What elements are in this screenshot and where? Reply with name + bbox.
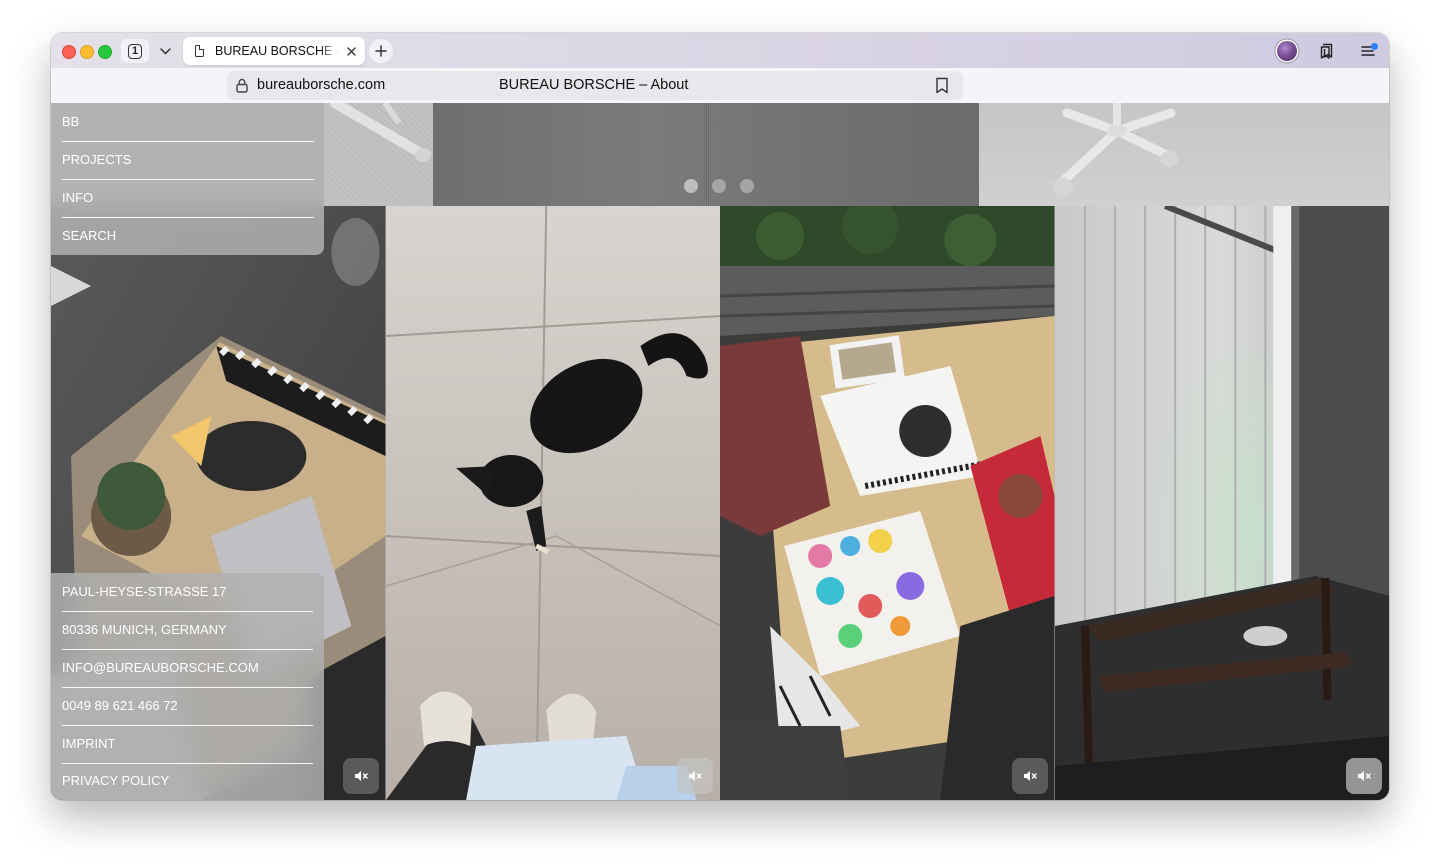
- chair-image-right: [1053, 103, 1178, 196]
- address-bar: bureauborsche.com BUREAU BORSCHE – About: [51, 68, 1389, 103]
- privacy-policy-link[interactable]: PRIVACY POLICY: [62, 762, 313, 800]
- tab-overview-button[interactable]: 1: [121, 39, 149, 63]
- mute-button[interactable]: [1011, 758, 1048, 794]
- minimize-window-button[interactable]: [80, 45, 94, 59]
- browser-window: 1 BUREAU BORSCHE – About: [51, 33, 1389, 800]
- close-tab-button[interactable]: [343, 42, 359, 60]
- document-icon: [195, 45, 204, 57]
- email-link[interactable]: INFO@BUREAUBORSCHE.COM: [62, 649, 313, 688]
- imprint-link[interactable]: IMPRINT: [62, 725, 313, 764]
- gallery-tile-stickers[interactable]: [720, 206, 1055, 800]
- gallery-tile-dog[interactable]: [385, 206, 720, 800]
- speaker-muted-icon: [1358, 771, 1371, 781]
- plus-icon: [375, 45, 387, 57]
- nav-item-projects[interactable]: PROJECTS: [62, 141, 314, 180]
- profile-avatar[interactable]: [1277, 41, 1297, 61]
- speaker-muted-icon: [354, 771, 368, 781]
- tab-count: 1: [127, 43, 143, 59]
- zoom-window-button[interactable]: [98, 45, 112, 59]
- contact-panel: PAUL-HEYSE-STRASSE 17 80336 MUNICH, GERM…: [51, 573, 324, 800]
- address-city: 80336 MUNICH, GERMANY: [62, 611, 313, 650]
- tab-title: BUREAU BORSCHE – About: [215, 44, 339, 58]
- window-photo: [1054, 206, 1389, 800]
- active-tab[interactable]: BUREAU BORSCHE – About: [183, 37, 365, 65]
- bookmarks-button[interactable]: [1316, 40, 1338, 62]
- close-window-button[interactable]: [62, 45, 76, 59]
- slider-dots: [684, 179, 754, 193]
- stickers-photo: [720, 206, 1055, 800]
- main-nav: BB PROJECTS INFO SEARCH: [51, 103, 324, 255]
- nav-item-info[interactable]: INFO: [62, 179, 314, 218]
- page-title: BUREAU BORSCHE – About: [499, 77, 689, 93]
- chair-image-left: [330, 103, 431, 162]
- page-content: BB PROJECTS INFO SEARCH PAUL-HEYSE-STRAS…: [51, 103, 1389, 800]
- dog-photo: [385, 206, 720, 800]
- url-field[interactable]: bureauborsche.com BUREAU BORSCHE – About: [227, 71, 963, 100]
- slider-dot[interactable]: [684, 179, 698, 193]
- tab-list-button[interactable]: [153, 39, 177, 63]
- close-icon: [346, 47, 356, 56]
- mute-button[interactable]: [677, 758, 713, 794]
- gallery-tile-window[interactable]: [1054, 206, 1389, 800]
- phone-link[interactable]: 0049 89 621 466 72: [62, 687, 313, 726]
- address-street: PAUL-HEYSE-STRASSE 17: [62, 573, 313, 612]
- nav-item-search[interactable]: SEARCH: [62, 217, 314, 255]
- bookmarks-icon: [1320, 43, 1333, 59]
- url-text[interactable]: bureauborsche.com: [257, 77, 385, 93]
- nav-item-bb[interactable]: BB: [62, 103, 314, 142]
- new-tab-button[interactable]: [369, 39, 393, 63]
- speaker-muted-icon: [1023, 771, 1037, 781]
- mute-button[interactable]: [342, 758, 379, 794]
- notification-dot: [1371, 43, 1378, 50]
- chevron-down-icon: [159, 47, 171, 55]
- tab-bar: 1 BUREAU BORSCHE – About: [51, 33, 1389, 68]
- mute-button[interactable]: [1346, 758, 1382, 794]
- lock-icon: [236, 78, 248, 93]
- slider-dot[interactable]: [712, 179, 726, 193]
- speaker-muted-icon: [689, 771, 702, 781]
- bookmark-icon[interactable]: [935, 77, 949, 94]
- slider-dot[interactable]: [740, 179, 754, 193]
